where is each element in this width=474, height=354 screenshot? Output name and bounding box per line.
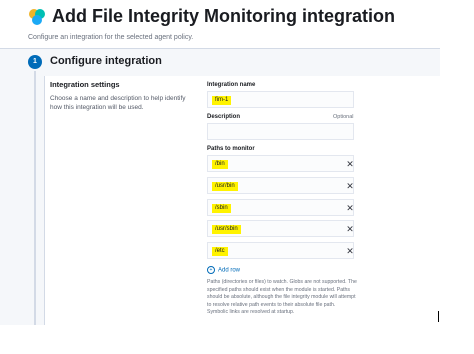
description-label: Description bbox=[207, 114, 241, 120]
remove-path-icon[interactable]: ✕ bbox=[345, 203, 355, 213]
remove-path-icon[interactable]: ✕ bbox=[345, 159, 355, 169]
step-number: 1 bbox=[28, 55, 42, 69]
optional-label: Optional bbox=[333, 114, 354, 120]
settings-description: Choose a name and description to help id… bbox=[50, 95, 186, 111]
remove-path-icon[interactable]: ✕ bbox=[345, 224, 355, 234]
path-input[interactable]: /usr/sbin bbox=[207, 220, 354, 237]
step-connector-line bbox=[34, 71, 36, 325]
path-input[interactable]: /bin bbox=[207, 155, 354, 172]
path-value: /bin bbox=[212, 160, 228, 169]
path-value: /sbin bbox=[212, 204, 231, 213]
step-title: Configure integration bbox=[50, 55, 162, 67]
page-subtitle: Configure an integration for the selecte… bbox=[28, 34, 194, 41]
remove-path-icon[interactable]: ✕ bbox=[345, 181, 355, 191]
plus-circle-icon: + bbox=[207, 266, 215, 274]
text-cursor bbox=[438, 311, 439, 322]
remove-path-icon[interactable]: ✕ bbox=[345, 246, 355, 256]
add-row-button[interactable]: + Add row bbox=[207, 266, 240, 274]
integration-name-label: Integration name bbox=[207, 82, 256, 88]
integration-name-input[interactable]: fim-1 bbox=[207, 91, 354, 108]
integration-logo-icon bbox=[29, 9, 45, 25]
page-header: Add File Integrity Monitoring integratio… bbox=[0, 0, 440, 49]
path-input[interactable]: /etc bbox=[207, 242, 354, 259]
paths-help-text: Paths (directories or files) to watch. G… bbox=[207, 279, 357, 316]
path-input[interactable]: /sbin bbox=[207, 199, 354, 216]
path-input[interactable]: /usr/bin bbox=[207, 177, 354, 194]
description-input[interactable] bbox=[207, 123, 354, 140]
settings-title: Integration settings bbox=[50, 80, 120, 89]
path-value: /usr/bin bbox=[212, 182, 238, 191]
path-value: /etc bbox=[212, 247, 228, 256]
integration-name-value: fim-1 bbox=[212, 96, 232, 105]
add-row-label: Add row bbox=[218, 267, 241, 274]
paths-label: Paths to monitor bbox=[207, 146, 255, 152]
path-value: /usr/sbin bbox=[212, 225, 241, 234]
page-title: Add File Integrity Monitoring integratio… bbox=[52, 6, 395, 26]
